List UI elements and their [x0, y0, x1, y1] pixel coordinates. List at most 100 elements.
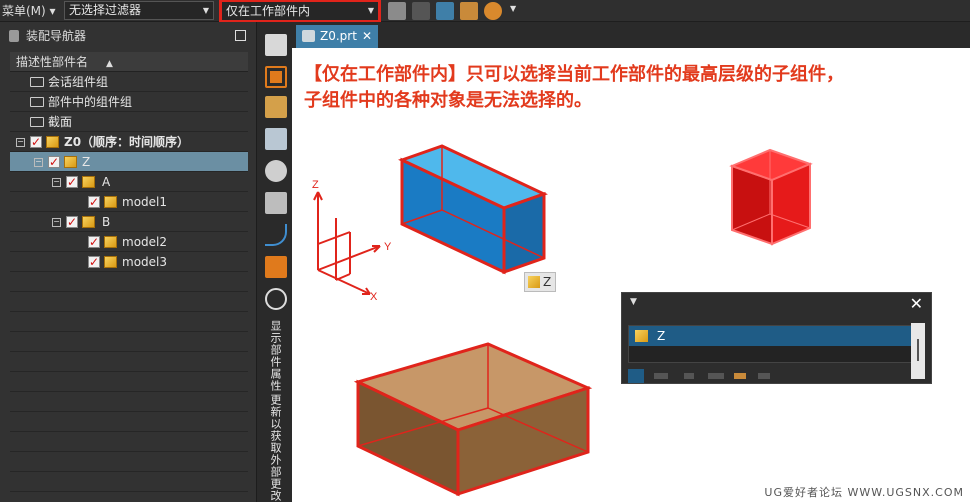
selection-scope-dropdown[interactable]: 仅在工作部件内 ▼ [219, 0, 381, 23]
tree-row[interactable]: model1 [10, 192, 248, 212]
roles-icon[interactable] [265, 128, 287, 150]
folder-icon [30, 117, 44, 127]
list-item-label: Z [657, 329, 666, 343]
quick-pick-dialog: ▼ ✕ Z [621, 292, 932, 384]
assembly-icon [64, 156, 77, 168]
red-cube-component[interactable] [729, 148, 813, 246]
scene-svg: Z Y X [312, 144, 813, 497]
tree-row[interactable]: − A [10, 172, 248, 192]
cube-select-icon[interactable] [388, 2, 406, 20]
maximize-icon[interactable] [235, 30, 246, 41]
tree-row[interactable]: 会话组件组 [10, 72, 248, 92]
selection-mode-icon[interactable] [436, 2, 454, 20]
assembly-navigator-icon[interactable] [265, 66, 287, 88]
graphics-window[interactable]: 【仅在工作部件内】只可以选择当前工作部件的最高层级的子组件， 子组件中的各种对象… [292, 48, 970, 502]
tree-row[interactable]: − Z0（顺序：时间顺序） [10, 132, 248, 152]
collapse-icon[interactable]: − [52, 178, 61, 187]
update-external-changes-label[interactable]: 更新以获取外部更改 [267, 394, 283, 502]
component-tooltip: Z [524, 272, 556, 292]
filter-other-icon[interactable] [758, 373, 770, 379]
empty-row [10, 472, 248, 492]
scrollbar[interactable] [911, 323, 925, 379]
chevron-down-icon: ▼ [202, 6, 209, 15]
tab-z0-prt[interactable]: Z0.prt ✕ [296, 25, 378, 48]
visibility-checkbox[interactable] [48, 152, 60, 172]
empty-row [10, 412, 248, 432]
visibility-checkbox[interactable] [88, 252, 100, 272]
empty-row [10, 432, 248, 452]
part-navigator-icon[interactable] [265, 34, 287, 56]
row-label: model3 [122, 255, 167, 269]
assembly-navigator: 装配导航器 描述性部件名 ▲ 会话组件组 部件中的组件组 截面 − Z0（顺序：时… [0, 22, 256, 502]
chevron-down-icon[interactable]: ▼ [630, 297, 637, 307]
row-label: Z0（顺序：时间顺序） [64, 135, 190, 149]
empty-row [10, 332, 248, 352]
tree-row[interactable]: − B [10, 212, 248, 232]
reuse-library-icon[interactable] [265, 192, 287, 214]
empty-row [10, 352, 248, 372]
filter-value: 无选择过滤器 [69, 3, 142, 17]
part-file-icon [302, 30, 315, 42]
filter-curve-icon[interactable] [654, 373, 668, 379]
row-label: Z [82, 155, 91, 169]
show-part-attributes-label[interactable]: 显示部件属性 [267, 320, 283, 392]
wcs-triad [313, 191, 381, 295]
menu-label: 菜单(M) [2, 4, 46, 18]
list-item[interactable]: Z [629, 326, 911, 346]
tree-row[interactable]: 部件中的组件组 [10, 92, 248, 112]
refresh-icon[interactable] [265, 288, 287, 310]
row-label: model2 [122, 235, 167, 249]
menu-button[interactable]: 菜单(M) ▾ [0, 2, 56, 20]
filter-face-icon[interactable] [708, 373, 724, 379]
chevron-down-icon[interactable]: ▼ [510, 4, 516, 13]
axis-x-label: X [370, 291, 378, 303]
axis-z-label: Z [312, 179, 319, 191]
filter-body-icon[interactable] [684, 373, 694, 379]
snap-icon[interactable] [412, 2, 430, 20]
filter-all-icon[interactable] [628, 369, 644, 383]
visibility-checkbox[interactable] [66, 212, 78, 232]
constraint-navigator-icon[interactable] [265, 96, 287, 118]
row-label: model1 [122, 195, 167, 209]
close-icon[interactable]: ✕ [362, 25, 372, 47]
sort-up-icon: ▲ [106, 59, 113, 69]
history-icon[interactable] [265, 224, 287, 246]
palette-icon[interactable] [265, 160, 287, 182]
collapse-icon[interactable]: − [16, 138, 25, 147]
collapse-icon[interactable]: − [34, 158, 43, 167]
close-icon[interactable]: ✕ [910, 294, 923, 313]
tree-row[interactable]: model2 [10, 232, 248, 252]
watermark-text: UG爱好者论坛 WWW.UGSNX.COM [764, 486, 964, 499]
row-label: A [102, 175, 111, 189]
tree-row[interactable]: model3 [10, 252, 248, 272]
scope-value: 仅在工作部件内 [226, 4, 311, 18]
tab-label: Z0.prt [320, 29, 357, 43]
collapse-icon[interactable]: − [52, 218, 61, 227]
pin-icon[interactable] [9, 30, 19, 42]
process-studio-icon[interactable] [265, 256, 287, 278]
column-header[interactable]: 描述性部件名 ▲ [10, 52, 248, 72]
crosshair-icon[interactable] [484, 2, 502, 20]
part-icon [104, 236, 117, 248]
visibility-checkbox[interactable] [88, 232, 100, 252]
visibility-checkbox[interactable] [66, 172, 78, 192]
navigator-tree: 会话组件组 部件中的组件组 截面 − Z0（顺序：时间顺序） − Z − A [10, 72, 248, 492]
visibility-checkbox[interactable] [88, 192, 100, 212]
top-toolbar: 菜单(M) ▾ 无选择过滤器 ▼ 仅在工作部件内 ▼ ▼ [0, 0, 970, 23]
empty-row [10, 372, 248, 392]
assembly-icon [82, 176, 95, 188]
blue-box-component[interactable] [398, 144, 548, 275]
empty-row [10, 312, 248, 332]
folder-icon [30, 97, 44, 107]
chevron-down-icon: ▼ [367, 6, 374, 15]
navigator-title-bar: 装配导航器 [0, 26, 256, 46]
tree-row[interactable]: − Z [10, 152, 248, 172]
brown-tray-component[interactable] [353, 342, 593, 497]
row-label: B [102, 215, 111, 229]
component-icon[interactable] [460, 2, 478, 20]
visibility-checkbox[interactable] [30, 132, 42, 152]
filter-component-icon[interactable] [734, 373, 746, 379]
selection-filter-dropdown[interactable]: 无选择过滤器 ▼ [64, 1, 214, 20]
row-label: 截面 [48, 115, 73, 129]
tree-row[interactable]: 截面 [10, 112, 248, 132]
